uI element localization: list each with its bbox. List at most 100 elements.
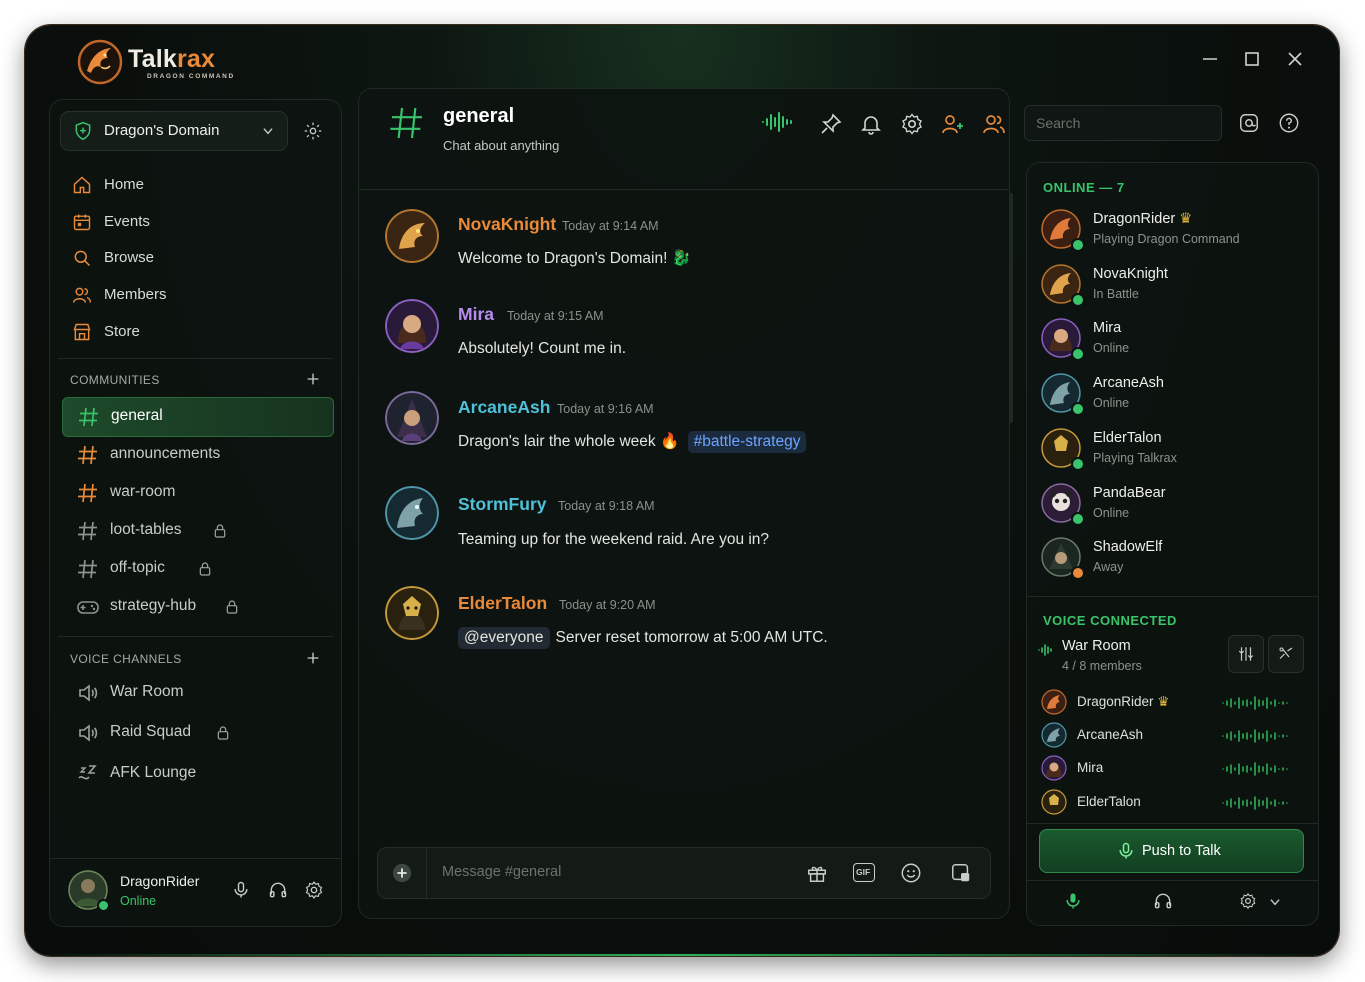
headphones-icon[interactable] bbox=[1153, 891, 1173, 911]
gear-icon[interactable] bbox=[304, 880, 324, 900]
channel-strategy-hub[interactable]: strategy-hub bbox=[62, 588, 332, 626]
channel-label: announcements bbox=[110, 445, 221, 462]
voice-member-row[interactable]: ElderTalon bbox=[1041, 789, 1311, 819]
app-name: Talkrax bbox=[128, 45, 216, 73]
gift-icon[interactable] bbox=[806, 862, 828, 884]
calendar-icon bbox=[73, 214, 91, 231]
members-icon[interactable] bbox=[982, 112, 1006, 136]
nav-browse[interactable]: Browse bbox=[62, 243, 322, 273]
search-field[interactable]: Search bbox=[1024, 105, 1222, 141]
nav-label: Home bbox=[104, 176, 145, 193]
member-row[interactable]: Mira Online bbox=[1041, 318, 1311, 366]
avatar bbox=[1041, 789, 1067, 815]
maximize-icon[interactable] bbox=[1240, 47, 1264, 71]
message-time: Today at 9:16 AM bbox=[557, 402, 654, 416]
message-author[interactable]: StormFury bbox=[458, 494, 546, 515]
push-to-talk-button[interactable]: Push to Talk bbox=[1039, 829, 1304, 873]
crown-icon: ♛ bbox=[1179, 211, 1193, 227]
presence-dot bbox=[1071, 293, 1085, 307]
message-body: Dragon's lair the whole week 🔥 #battle-s… bbox=[458, 431, 807, 453]
gear-icon[interactable] bbox=[1239, 892, 1257, 910]
server-selector[interactable]: Dragon's Domain bbox=[60, 111, 288, 151]
channel-label: off-topic bbox=[110, 559, 165, 576]
avatar[interactable] bbox=[385, 486, 439, 540]
voice-wave-icon bbox=[1222, 796, 1288, 810]
add-voice-channel-icon[interactable] bbox=[305, 650, 321, 666]
voice-member-row[interactable]: Mira bbox=[1041, 755, 1311, 785]
user-status: Online bbox=[120, 894, 157, 908]
audio-adjust-icon bbox=[1238, 647, 1254, 661]
add-friend-icon[interactable] bbox=[941, 112, 965, 136]
mention-everyone[interactable]: @everyone bbox=[458, 627, 550, 649]
voice-channel-afk-lounge[interactable]: AFK Lounge bbox=[62, 755, 332, 793]
channel-announcements[interactable]: announcements bbox=[62, 436, 332, 474]
hash-icon bbox=[78, 445, 97, 465]
server-settings-icon[interactable] bbox=[303, 121, 323, 141]
lock-icon bbox=[214, 524, 226, 538]
gif-button[interactable]: GIF bbox=[853, 863, 875, 882]
divider bbox=[50, 858, 341, 859]
member-row[interactable]: DragonRider ♛ Playing Dragon Command bbox=[1041, 209, 1311, 257]
member-row[interactable]: ElderTalon Playing Talkrax bbox=[1041, 428, 1311, 476]
avatar[interactable] bbox=[385, 209, 439, 263]
smiley-icon[interactable] bbox=[900, 862, 922, 884]
pin-icon[interactable] bbox=[819, 112, 843, 136]
member-status: Playing Dragon Command bbox=[1093, 232, 1240, 246]
chat-panel: general Chat about anything NovaKnight T… bbox=[358, 88, 1013, 919]
avatar[interactable] bbox=[385, 586, 439, 640]
shield-icon bbox=[75, 121, 91, 141]
message-input[interactable]: Message #general bbox=[442, 864, 561, 880]
member-status: Playing Talkrax bbox=[1093, 451, 1177, 465]
nav-home[interactable]: Home bbox=[62, 170, 322, 200]
gear-icon[interactable] bbox=[900, 112, 924, 136]
microphone-icon[interactable] bbox=[1063, 891, 1083, 911]
crown-icon: ♛ bbox=[1157, 694, 1170, 709]
help-icon[interactable] bbox=[1278, 112, 1300, 134]
search-placeholder: Search bbox=[1036, 115, 1081, 131]
member-name: Mira bbox=[1093, 320, 1122, 336]
disconnect-button[interactable] bbox=[1268, 635, 1304, 673]
bell-icon[interactable] bbox=[859, 112, 883, 136]
nav-store[interactable]: Store bbox=[62, 317, 322, 347]
voice-channel-war-room[interactable]: War Room bbox=[62, 674, 332, 712]
mention-inbox-icon[interactable] bbox=[1238, 112, 1260, 134]
chat-scrollbar[interactable] bbox=[1009, 193, 1013, 423]
member-row[interactable]: PandaBear Online bbox=[1041, 483, 1311, 531]
disconnect-icon bbox=[1279, 647, 1293, 659]
nav-events[interactable]: Events bbox=[62, 207, 322, 237]
channel-off-topic[interactable]: off-topic bbox=[62, 550, 332, 588]
avatar[interactable] bbox=[385, 391, 439, 445]
channel-label: loot-tables bbox=[110, 521, 182, 538]
chevron-down-icon bbox=[263, 128, 273, 135]
member-row[interactable]: ShadowElf Away bbox=[1041, 537, 1311, 585]
microphone-icon[interactable] bbox=[231, 880, 251, 900]
channel-tag[interactable]: #battle-strategy bbox=[687, 431, 807, 453]
channel-loot-tables[interactable]: loot-tables bbox=[62, 512, 332, 550]
voice-member-row[interactable]: ArcaneAsh bbox=[1041, 722, 1311, 752]
message-author[interactable]: ElderTalon bbox=[458, 593, 547, 614]
channel-general[interactable]: general bbox=[62, 397, 334, 437]
headphones-icon[interactable] bbox=[268, 880, 288, 900]
lock-icon bbox=[217, 726, 229, 740]
gamepad-icon bbox=[77, 601, 99, 614]
voice-activity-icon[interactable] bbox=[761, 110, 795, 134]
message-author[interactable]: NovaKnight bbox=[458, 214, 556, 235]
minimize-icon[interactable] bbox=[1198, 47, 1222, 71]
add-community-icon[interactable] bbox=[305, 371, 321, 387]
message-author[interactable]: ArcaneAsh bbox=[458, 397, 550, 418]
voice-member-row[interactable]: DragonRider ♛ bbox=[1041, 689, 1311, 719]
sticker-icon[interactable] bbox=[950, 862, 972, 884]
message-time: Today at 9:18 AM bbox=[558, 499, 655, 513]
chevron-down-icon[interactable] bbox=[1268, 895, 1282, 909]
voice-member-name: Mira bbox=[1077, 760, 1104, 775]
voice-settings-button[interactable] bbox=[1228, 635, 1264, 673]
avatar[interactable] bbox=[385, 299, 439, 353]
channel-war-room[interactable]: war-room bbox=[62, 474, 332, 512]
member-row[interactable]: ArcaneAsh Online bbox=[1041, 373, 1311, 421]
member-row[interactable]: NovaKnight In Battle bbox=[1041, 264, 1311, 312]
close-icon[interactable] bbox=[1283, 47, 1307, 71]
voice-channel-raid-squad[interactable]: Raid Squad bbox=[62, 714, 332, 752]
nav-members[interactable]: Members bbox=[62, 280, 322, 310]
attach-button[interactable] bbox=[378, 848, 427, 898]
message-author[interactable]: Mira bbox=[458, 304, 494, 325]
